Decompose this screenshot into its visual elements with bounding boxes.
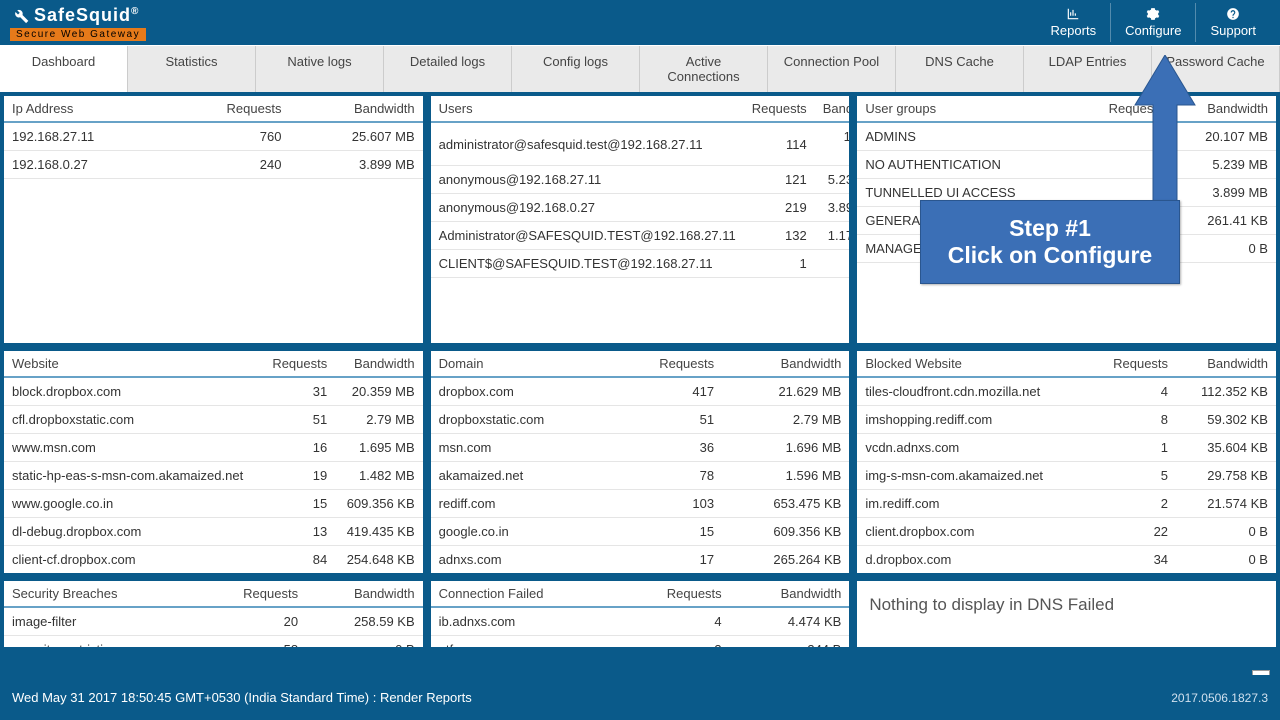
table-row[interactable]: NO AUTHENTICATION5.239 MB <box>857 151 1276 179</box>
wrench-icon <box>10 5 30 25</box>
table-row[interactable]: 192.168.0.272403.899 MB <box>4 151 423 179</box>
col-bandwidth: Bandwidth <box>289 96 422 122</box>
top-bar: SafeSquid® Secure Web Gateway Reports Co… <box>0 0 1280 45</box>
tab-detailed-logs[interactable]: Detailed logs <box>384 46 512 92</box>
callout-line2: Click on Configure <box>929 242 1171 269</box>
table-row[interactable]: vcdn.adnxs.com135.604 KB <box>857 434 1276 462</box>
table-row[interactable]: block.dropbox.com3120.359 MB <box>4 377 423 406</box>
status-text: Wed May 31 2017 18:50:45 GMT+0530 (India… <box>12 690 472 705</box>
col-ip: Ip Address <box>4 96 170 122</box>
table-row[interactable]: img-s-msn-com.akamaized.net529.758 KB <box>857 462 1276 490</box>
tab-dashboard[interactable]: Dashboard <box>0 46 128 92</box>
tab-connection-pool[interactable]: Connection Pool <box>768 46 896 92</box>
panel-dns-failed: Nothing to display in DNS Failed <box>857 581 1276 647</box>
panel-blocked-website: Blocked Website Requests Bandwidth tiles… <box>857 351 1276 573</box>
col-users: Users <box>431 96 744 122</box>
table-row[interactable]: msn.com361.696 MB <box>431 434 850 462</box>
tab-active-connections[interactable]: Active Connections <box>640 46 768 92</box>
table-row[interactable]: rediff.com103653.475 KB <box>431 490 850 518</box>
dashboard-grid: Ip Address Requests Bandwidth 192.168.27… <box>0 92 1280 647</box>
table-row[interactable]: google.co.in15609.356 KB <box>431 518 850 546</box>
nav-configure[interactable]: Configure <box>1110 3 1196 42</box>
table-row[interactable]: Administrator@SAFESQUID.TEST@192.168.27.… <box>431 222 850 250</box>
footer: Wed May 31 2017 18:50:45 GMT+0530 (India… <box>0 675 1280 720</box>
table-row[interactable]: CLIENT$@SAFESQUID.TEST@192.168.27.1110 B <box>431 250 850 278</box>
table-row[interactable]: anonymous@192.168.27.111215.239 MB <box>431 166 850 194</box>
panel-website: Website Requests Bandwidth block.dropbox… <box>4 351 423 573</box>
tab-bar: Dashboard Statistics Native logs Detaile… <box>0 45 1280 92</box>
table-row[interactable]: otf.msn.com3344 B <box>431 636 850 648</box>
table-row[interactable]: im.rediff.com221.574 KB <box>857 490 1276 518</box>
nav-reports[interactable]: Reports <box>1037 3 1111 42</box>
table-row[interactable]: akamaized.net781.596 MB <box>431 462 850 490</box>
table-row[interactable]: cfl.dropboxstatic.com512.79 MB <box>4 406 423 434</box>
version-text: 2017.0506.1827.3 <box>1171 691 1268 705</box>
table-row[interactable]: ADMINS20.107 MB <box>857 122 1276 151</box>
table-row[interactable]: client.dropbox.com220 B <box>857 518 1276 546</box>
brand-name: SafeSquid® <box>34 5 139 26</box>
table-row[interactable]: administrator@safesquid.test@192.168.27.… <box>431 122 850 166</box>
table-row[interactable]: security-restrictions580 B <box>4 636 423 648</box>
help-icon <box>1226 7 1240 21</box>
table-row[interactable]: dl-debug.dropbox.com13419.435 KB <box>4 518 423 546</box>
tutorial-callout: Step #1 Click on Configure <box>920 200 1180 284</box>
panel-domain: Domain Requests Bandwidth dropbox.com417… <box>431 351 850 573</box>
panel-security-breaches: Security Breaches Requests Bandwidth ima… <box>4 581 423 647</box>
brand-tagline: Secure Web Gateway <box>10 28 146 41</box>
panel-users: Users Requests Bandwidth administrator@s… <box>431 96 850 343</box>
gears-icon <box>1146 7 1160 21</box>
table-row[interactable]: d.dropbox.com340 B <box>857 546 1276 574</box>
tab-statistics[interactable]: Statistics <box>128 46 256 92</box>
table-row[interactable]: image-filter20258.59 KB <box>4 607 423 636</box>
table-row[interactable]: anonymous@192.168.0.272193.899 MB <box>431 194 850 222</box>
col-requests: Requests <box>170 96 290 122</box>
tab-config-logs[interactable]: Config logs <box>512 46 640 92</box>
logo: SafeSquid® Secure Web Gateway <box>10 5 146 41</box>
table-row[interactable]: imshopping.rediff.com859.302 KB <box>857 406 1276 434</box>
chart-icon <box>1066 7 1080 21</box>
tab-dns-cache[interactable]: DNS Cache <box>896 46 1024 92</box>
table-row[interactable]: client-cf.dropbox.com84254.648 KB <box>4 546 423 574</box>
empty-message: Nothing to display in DNS Failed <box>857 581 1276 629</box>
panel-ip-address: Ip Address Requests Bandwidth 192.168.27… <box>4 96 423 343</box>
top-nav: Reports Configure Support <box>1037 3 1270 42</box>
table-row[interactable]: www.google.co.in15609.356 KB <box>4 490 423 518</box>
nav-support[interactable]: Support <box>1196 3 1270 42</box>
table-row[interactable]: static-hp-eas-s-msn-com.akamaized.net191… <box>4 462 423 490</box>
callout-line1: Step #1 <box>929 215 1171 242</box>
table-row[interactable]: tiles-cloudfront.cdn.mozilla.net4112.352… <box>857 377 1276 406</box>
table-row[interactable]: dropboxstatic.com512.79 MB <box>431 406 850 434</box>
table-row[interactable]: adnxs.com17265.264 KB <box>431 546 850 574</box>
panel-connection-failed: Connection Failed Requests Bandwidth ib.… <box>431 581 850 647</box>
tab-native-logs[interactable]: Native logs <box>256 46 384 92</box>
col-groups: User groups <box>857 96 1077 122</box>
table-row[interactable]: ib.adnxs.com44.474 KB <box>431 607 850 636</box>
table-row[interactable]: dropbox.com41721.629 MB <box>431 377 850 406</box>
table-row[interactable]: 192.168.27.1176025.607 MB <box>4 122 423 151</box>
table-row[interactable]: www.msn.com161.695 MB <box>4 434 423 462</box>
